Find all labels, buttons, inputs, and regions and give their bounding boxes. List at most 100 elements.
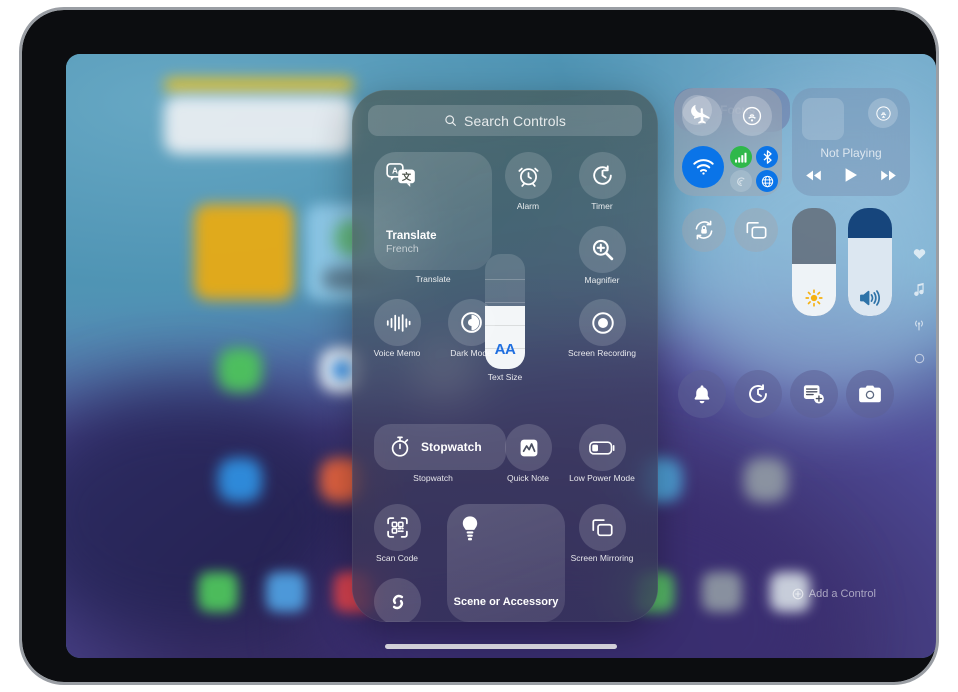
control-screen-recording[interactable] [579,299,626,346]
globe-icon [761,175,774,188]
control-timer[interactable] [579,152,626,199]
page-indicators [912,248,926,364]
qr-scan-icon [374,504,421,551]
stopwatch-icon [388,435,412,459]
cc-timer-button[interactable] [734,370,782,418]
control-label-voice-memo: Voice Memo [373,348,421,358]
airplay-icon [875,105,892,122]
control-quick-note[interactable] [505,424,552,471]
note-add-icon [802,383,826,405]
alarm-clock-icon [505,152,552,199]
bell-icon [691,383,713,405]
volume-slider[interactable] [848,208,892,316]
wifi-button[interactable] [682,146,724,188]
sun-icon [792,288,836,308]
camera-button[interactable] [846,370,894,418]
circle-icon[interactable] [914,353,925,364]
control-label-text-size: Text Size [487,372,523,382]
home-widget-yellow [194,204,294,300]
silent-mode-button[interactable] [678,370,726,418]
airplay-button[interactable] [868,98,898,128]
app-icon-settings [744,458,788,502]
control-label-magnifier: Magnifier [584,275,620,285]
lightbulb-icon [460,515,480,543]
next-track-button[interactable] [880,169,897,182]
now-playing-status: Not Playing [820,146,882,160]
home-indicator[interactable] [385,644,617,649]
vpn-button[interactable] [756,170,778,192]
timer-icon [746,382,770,406]
previous-track-button[interactable] [805,169,822,182]
app-icon-appstore [218,458,262,502]
control-label-scan-code: Scan Code [375,553,419,563]
control-scan-code[interactable] [374,504,421,551]
control-label-quick-note: Quick Note [506,473,550,483]
control-label-translate: Translate [415,274,451,284]
heart-icon[interactable] [913,248,926,260]
rotation-lock-icon [692,218,716,242]
rotation-lock-button[interactable] [682,208,726,252]
waveform-icon [374,299,421,346]
bluetooth-button[interactable] [756,146,778,168]
airdrop-button[interactable] [732,96,772,136]
dock-icon-safari [266,572,306,612]
magnifier-icon [579,226,626,273]
add-a-control-label: Add a Control [808,588,876,600]
now-playing-module: Not Playing [792,88,910,196]
control-label-stopwatch: Stopwatch [413,473,453,483]
broadcast-icon[interactable] [912,318,926,331]
cc-quick-note-button[interactable] [790,370,838,418]
cellular-bars-icon [734,152,748,163]
app-icon-safari-dial [332,360,352,380]
control-label-dark-mode: Dark Mode [450,348,492,358]
control-label-alarm: Alarm [516,201,540,211]
svg-text:A: A [392,166,398,176]
play-button[interactable] [844,167,858,183]
shazam-icon [374,578,421,622]
timer-icon [579,152,626,199]
music-note-icon[interactable] [913,282,925,296]
search-controls-placeholder: Search Controls [464,112,566,129]
translate-title: Translate [386,230,437,242]
control-voice-memo[interactable] [374,299,421,346]
battery-low-icon [579,424,626,471]
control-home-scene[interactable]: Scene or Accessory [447,504,565,622]
now-playing-artwork [802,98,844,140]
screenshot-root: Search Controls A 文 Translate French Tra… [0,0,958,692]
search-controls-field[interactable]: Search Controls [368,105,642,136]
moon-icon [682,95,712,125]
control-magnifier[interactable] [579,226,626,273]
airdrop-icon [741,105,763,127]
personal-hotspot-button[interactable] [730,170,752,192]
control-recognize-music[interactable] [374,578,421,622]
svg-text:文: 文 [401,171,412,182]
stopwatch-title: Stopwatch [421,440,482,454]
dock-icon-messages [198,572,238,612]
plus-circle-icon [792,588,804,600]
dark-mode-icon [448,299,495,346]
screen-mirroring-icon [579,504,626,551]
control-screen-mirroring[interactable] [579,504,626,551]
brightness-slider[interactable] [792,208,836,316]
control-label-timer: Timer [591,201,613,211]
controls-gallery-panel: Search Controls A 文 Translate French Tra… [352,90,658,622]
control-center: Not Playing Focus [674,88,925,418]
dock-icon-misc [702,572,742,612]
hotspot-icon [735,175,748,188]
control-alarm[interactable] [505,152,552,199]
add-a-control-button[interactable]: Add a Control [792,588,876,600]
screen-mirroring-button[interactable] [734,208,778,252]
cellular-button[interactable] [730,146,752,168]
bluetooth-icon [762,150,773,164]
controls-grid: A 文 Translate French Translate Alarm Tim… [352,142,658,622]
control-label-screen-mirroring: Screen Mirroring [570,553,634,563]
control-low-power-mode[interactable] [579,424,626,471]
control-label-screen-recording: Screen Recording [567,348,637,358]
screen-mirroring-icon [744,220,769,241]
home-widget-note [164,78,354,92]
home-widget-list [164,96,354,154]
control-translate[interactable]: A 文 Translate French [374,152,492,270]
control-dark-mode[interactable] [448,299,495,346]
control-stopwatch[interactable]: Stopwatch [374,424,506,470]
camera-icon [858,384,882,404]
